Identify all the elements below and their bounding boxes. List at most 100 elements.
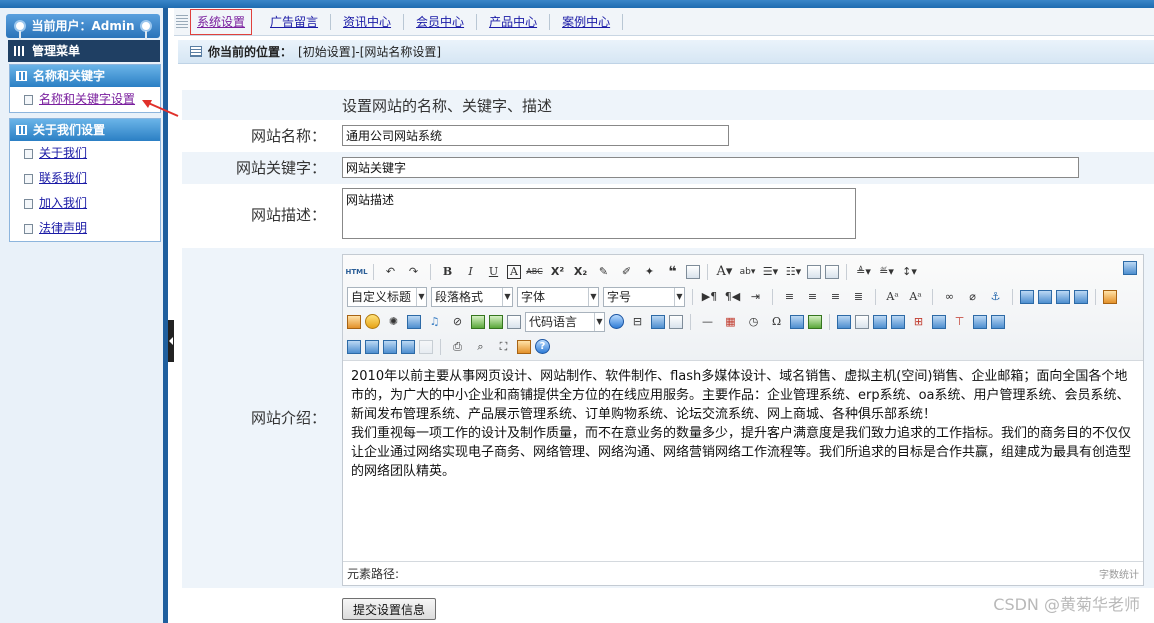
tab-label[interactable]: 案例中心 (562, 15, 610, 29)
clear-doc-icon[interactable] (825, 264, 839, 279)
paragraph-format-select[interactable]: 段落格式 ▼ (431, 286, 513, 307)
direction-ltr-icon[interactable]: ▶¶ (700, 287, 719, 306)
tab-label[interactable]: 产品中心 (489, 15, 537, 29)
insert-row-icon[interactable] (891, 314, 905, 329)
auto-format-icon[interactable]: ✦ (640, 262, 659, 281)
insert-col-icon[interactable] (932, 314, 946, 329)
strikethrough-icon[interactable]: ABC (525, 262, 544, 281)
special-char-icon[interactable]: Ω (767, 312, 786, 331)
map-icon[interactable] (471, 314, 485, 329)
split-rows-icon[interactable] (383, 339, 397, 354)
insert-table-icon[interactable] (837, 314, 851, 329)
tab-label[interactable]: 系统设置 (197, 15, 245, 29)
bold-icon[interactable]: B (438, 262, 457, 281)
page-break-icon[interactable]: ⊟ (628, 312, 647, 331)
split-cols-icon[interactable] (401, 339, 415, 354)
image-right-icon[interactable] (1056, 289, 1070, 304)
search-replace-icon[interactable] (790, 314, 804, 329)
redo-icon[interactable]: ↷ (404, 262, 423, 281)
sidebar-item-name-keywords-settings[interactable]: 名称和关键字设置 (10, 87, 160, 112)
multi-image-icon[interactable] (347, 314, 361, 329)
merge-cells-icon[interactable] (973, 314, 987, 329)
ordered-list-icon[interactable]: ☰▾ (761, 262, 780, 281)
anchor-icon[interactable]: ⚓ (986, 287, 1005, 306)
image-none-icon[interactable] (1020, 289, 1034, 304)
background-icon[interactable] (669, 314, 683, 329)
undo-icon[interactable]: ↶ (381, 262, 400, 281)
tab-label[interactable]: 资讯中心 (343, 15, 391, 29)
insert-video-icon[interactable] (407, 314, 421, 329)
font-size-select[interactable]: 字号 ▼ (603, 286, 685, 307)
merge-right-icon[interactable] (991, 314, 1005, 329)
tab-label[interactable]: 会员中心 (416, 15, 464, 29)
google-map-icon[interactable] (489, 314, 503, 329)
subscript-icon[interactable]: X₂ (571, 262, 590, 281)
align-right-icon[interactable]: ≡ (826, 287, 845, 306)
delete-table-icon[interactable] (855, 314, 869, 329)
delete-col-icon[interactable]: ⊤ (950, 312, 969, 331)
drafts-icon[interactable] (517, 339, 531, 354)
editor-content[interactable]: 2010年以前主要从事网页设计、网站制作、软件制作、flash多媒体设计、域名销… (343, 361, 1143, 557)
tab-member-center[interactable]: 会员中心 (404, 13, 478, 30)
tab-news-center[interactable]: 资讯中心 (331, 13, 405, 30)
tab-system-settings[interactable]: 系统设置 (190, 8, 253, 35)
image-left-icon[interactable] (1038, 289, 1052, 304)
insert-paragraph-before-table-icon[interactable] (873, 314, 887, 329)
search-binoculars-icon[interactable]: ⛶ (494, 337, 513, 356)
sidebar-item-about-us[interactable]: 关于我们 (10, 141, 160, 166)
image-center-icon[interactable] (1074, 289, 1088, 304)
merge-down-icon[interactable] (347, 339, 361, 354)
unordered-list-icon[interactable]: ☷▾ (784, 262, 803, 281)
align-left-icon[interactable]: ≡ (780, 287, 799, 306)
template-icon[interactable] (651, 314, 665, 329)
preview-icon[interactable]: ⌕ (471, 337, 490, 356)
indent-icon[interactable]: ⇥ (746, 287, 765, 306)
sidebar-item-join-us[interactable]: 加入我们 (10, 191, 160, 216)
sidebar-item-label[interactable]: 关于我们 (39, 141, 87, 166)
superscript-icon[interactable]: X² (548, 262, 567, 281)
eraser-icon[interactable]: ✎ (594, 262, 613, 281)
font-color-icon[interactable]: A▾ (715, 262, 734, 281)
tab-ads-messages[interactable]: 广告留言 (258, 13, 332, 30)
paste-text-icon[interactable] (686, 264, 700, 279)
code-language-select[interactable]: 代码语言 ▼ (525, 311, 605, 332)
word-image-icon[interactable] (808, 314, 822, 329)
italic-icon[interactable]: I (461, 262, 480, 281)
submit-settings-button[interactable]: 提交设置信息 (342, 598, 437, 620)
sidebar-item-label[interactable]: 名称和关键字设置 (39, 87, 135, 112)
sidebar-item-label[interactable]: 加入我们 (39, 191, 87, 216)
group-title[interactable]: 关于我们设置 (10, 119, 160, 141)
split-cells-icon[interactable] (365, 339, 379, 354)
time-icon[interactable]: ◷ (744, 312, 763, 331)
align-center-icon[interactable]: ≡ (803, 287, 822, 306)
font-border-icon[interactable]: A (507, 264, 521, 279)
row-spacing-top-icon[interactable]: ≜▾ (854, 262, 873, 281)
font-family-select[interactable]: 字体 ▼ (517, 286, 599, 307)
fullscreen-icon[interactable] (1123, 261, 1137, 275)
description-textarea[interactable]: 网站描述 (342, 188, 856, 239)
custom-title-select[interactable]: 自定义标题 ▼ (347, 286, 427, 307)
highlight-color-icon[interactable]: ab▾ (738, 262, 757, 281)
sidebar-item-label[interactable]: 联系我们 (39, 166, 87, 191)
emotion-icon[interactable] (365, 314, 380, 329)
music-icon[interactable]: ♫ (425, 312, 444, 331)
help-icon[interactable]: ? (535, 339, 550, 354)
delete-row-icon[interactable]: ⊞ (909, 312, 928, 331)
unlink-icon[interactable]: ⌀ (963, 287, 982, 306)
blockquote-icon[interactable]: ❝ (663, 262, 682, 281)
sidebar-item-legal[interactable]: 法律声明 (10, 216, 160, 241)
group-title[interactable]: 名称和关键字 (10, 65, 160, 87)
align-justify-icon[interactable]: ≣ (849, 287, 868, 306)
direction-rtl-icon[interactable]: ¶◀ (723, 287, 742, 306)
attachment-icon[interactable]: ⊘ (448, 312, 467, 331)
insert-frame-icon[interactable] (507, 314, 521, 329)
link-icon[interactable]: ∞ (940, 287, 959, 306)
underline-icon[interactable]: U (484, 262, 503, 281)
scrawl-icon[interactable]: ✺ (384, 312, 403, 331)
tab-case-center[interactable]: 案例中心 (550, 13, 624, 30)
line-height-icon[interactable]: ↕▾ (900, 262, 919, 281)
chart-icon[interactable] (419, 339, 433, 354)
web-app-icon[interactable] (609, 314, 624, 329)
tab-product-center[interactable]: 产品中心 (477, 13, 551, 30)
sidebar-collapse-toggle[interactable] (168, 320, 174, 362)
